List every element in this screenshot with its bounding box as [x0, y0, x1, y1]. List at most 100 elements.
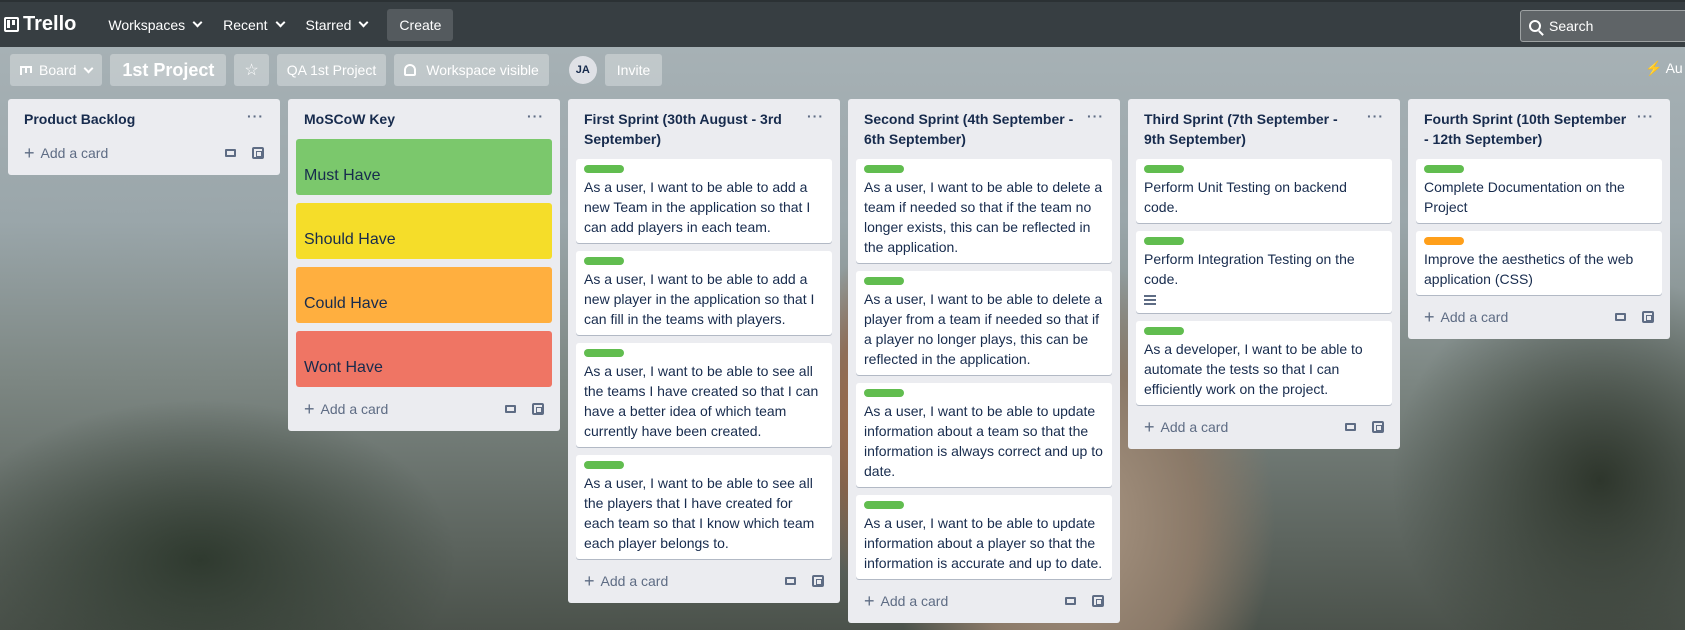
green-label[interactable] [864, 165, 904, 173]
card-from-template-icon[interactable] [785, 577, 796, 585]
list-header: First Sprint (30th August - 3rd Septembe… [576, 99, 832, 159]
green-label[interactable] [1144, 165, 1184, 173]
card-from-template-icon[interactable] [1345, 423, 1356, 431]
visibility-button[interactable]: Workspace visible [394, 54, 549, 86]
list-card[interactable]: Perform Integration Testing on the code. [1136, 231, 1392, 313]
list-menu-icon[interactable]: ··· [527, 109, 544, 129]
green-label[interactable] [1144, 237, 1184, 245]
card-from-template-icon[interactable] [505, 405, 516, 413]
green-label[interactable] [1424, 165, 1464, 173]
search-input[interactable]: Search [1520, 10, 1685, 42]
card-title: As a user, I want to be able to update i… [864, 403, 1103, 479]
add-card-button[interactable]: + Add a card [1136, 413, 1392, 441]
add-card-button[interactable]: + Add a card [296, 395, 552, 423]
list-moscow-key: MoSCoW Key ··· Must Have Should Have Cou… [288, 99, 560, 431]
list-menu-icon[interactable]: ··· [1367, 109, 1384, 149]
list-card[interactable]: Improve the aesthetics of the web applic… [1416, 231, 1662, 295]
template-icon[interactable] [252, 147, 264, 159]
list-third-sprint: Third Sprint (7th September - 9th Septem… [1128, 99, 1400, 449]
add-card-button[interactable]: + Add a card [1416, 303, 1662, 331]
add-card-button[interactable]: + Add a card [16, 139, 272, 167]
green-label[interactable] [864, 277, 904, 285]
list-title[interactable]: First Sprint (30th August - 3rd Septembe… [584, 109, 801, 149]
star-icon: ☆ [244, 62, 259, 79]
green-label[interactable] [1144, 327, 1184, 335]
card-from-template-icon[interactable] [1065, 597, 1076, 605]
starred-label: Starred [305, 16, 352, 33]
green-label[interactable] [584, 257, 624, 265]
card-from-template-icon[interactable] [225, 149, 236, 157]
list-menu-icon[interactable]: ··· [807, 109, 824, 149]
add-card-label: Add a card [880, 593, 949, 609]
green-label[interactable] [584, 165, 624, 173]
member-avatar[interactable]: JA [568, 56, 597, 84]
list-card[interactable]: As a user, I want to be able to update i… [856, 383, 1112, 487]
plus-icon: + [1424, 307, 1435, 327]
list-card[interactable]: Perform Unit Testing on backend code. [1136, 159, 1392, 223]
card-title: Perform Integration Testing on the code. [1144, 251, 1355, 287]
add-card-label: Add a card [600, 573, 669, 589]
invite-button[interactable]: Invite [604, 54, 663, 86]
card-title: Improve the aesthetics of the web applic… [1424, 251, 1634, 287]
card-title: Perform Unit Testing on backend code. [1144, 179, 1347, 215]
plus-icon: + [864, 591, 875, 611]
card-title: As a user, I want to be able to delete a… [864, 179, 1103, 255]
template-icon[interactable] [532, 403, 544, 415]
green-label[interactable] [864, 501, 904, 509]
workspaces-label: Workspaces [108, 16, 186, 33]
card-title: As a user, I want to be able to add a ne… [584, 271, 815, 327]
chevron-down-icon [275, 17, 285, 28]
list-card[interactable]: As a user, I want to be able to delete a… [856, 271, 1112, 375]
board-view-switcher[interactable]: Board [10, 54, 103, 86]
workspaces-menu[interactable]: Workspaces [98, 9, 211, 41]
card-could-have[interactable]: Could Have [296, 267, 552, 323]
card-title: As a user, I want to be able to add a ne… [584, 179, 811, 235]
card-must-have[interactable]: Must Have [296, 139, 552, 195]
list-title[interactable]: MoSCoW Key [304, 109, 521, 129]
template-icon[interactable] [1372, 421, 1384, 433]
list-card[interactable]: As a user, I want to be able to add a ne… [576, 251, 832, 335]
recent-label: Recent [223, 16, 268, 33]
add-card-button[interactable]: + Add a card [576, 567, 832, 595]
template-icon[interactable] [1642, 311, 1654, 323]
list-card[interactable]: As a user, I want to be able to see all … [576, 455, 832, 559]
list-menu-icon[interactable]: ··· [247, 109, 264, 129]
board-title[interactable]: 1st Project [110, 54, 227, 86]
automation-button[interactable]: ⚡ Au [1645, 60, 1683, 77]
list-card[interactable]: As a user, I want to be able to see all … [576, 343, 832, 447]
list-menu-icon[interactable]: ··· [1637, 109, 1654, 149]
template-icon[interactable] [1092, 595, 1104, 607]
list-card[interactable]: As a user, I want to be able to delete a… [856, 159, 1112, 263]
list-header: Second Sprint (4th September - 6th Septe… [856, 99, 1112, 159]
workspace-button[interactable]: QA 1st Project [276, 54, 387, 86]
create-button[interactable]: Create [387, 8, 454, 41]
search-icon [1529, 20, 1541, 32]
starred-menu[interactable]: Starred [296, 9, 378, 41]
list-card[interactable]: As a user, I want to be able to add a ne… [576, 159, 832, 243]
card-title: As a user, I want to be able to delete a… [864, 291, 1103, 367]
list-title[interactable]: Third Sprint (7th September - 9th Septem… [1144, 109, 1361, 149]
list-menu-icon[interactable]: ··· [1087, 109, 1104, 149]
plus-icon: + [1144, 417, 1155, 437]
star-board-button[interactable]: ☆ [234, 54, 269, 86]
green-label[interactable] [864, 389, 904, 397]
trello-logo[interactable]: Trello [4, 13, 76, 36]
list-card[interactable]: As a developer, I want to be able to aut… [1136, 321, 1392, 405]
list-title[interactable]: Product Backlog [24, 109, 241, 129]
card-templates [1065, 595, 1104, 607]
list-card[interactable]: Complete Documentation on the Project [1416, 159, 1662, 223]
add-card-label: Add a card [1160, 419, 1229, 435]
orange-label[interactable] [1424, 237, 1464, 245]
card-from-template-icon[interactable] [1615, 313, 1626, 321]
green-label[interactable] [584, 349, 624, 357]
add-card-button[interactable]: + Add a card [856, 587, 1112, 615]
list-card[interactable]: As a user, I want to be able to update i… [856, 495, 1112, 579]
card-should-have[interactable]: Should Have [296, 203, 552, 259]
template-icon[interactable] [812, 575, 824, 587]
card-wont-have[interactable]: Wont Have [296, 331, 552, 387]
list-title[interactable]: Second Sprint (4th September - 6th Septe… [864, 109, 1081, 149]
recent-menu[interactable]: Recent [213, 9, 293, 41]
green-label[interactable] [584, 461, 624, 469]
plus-icon: + [24, 143, 35, 163]
list-title[interactable]: Fourth Sprint (10th September - 12th Sep… [1424, 109, 1631, 149]
